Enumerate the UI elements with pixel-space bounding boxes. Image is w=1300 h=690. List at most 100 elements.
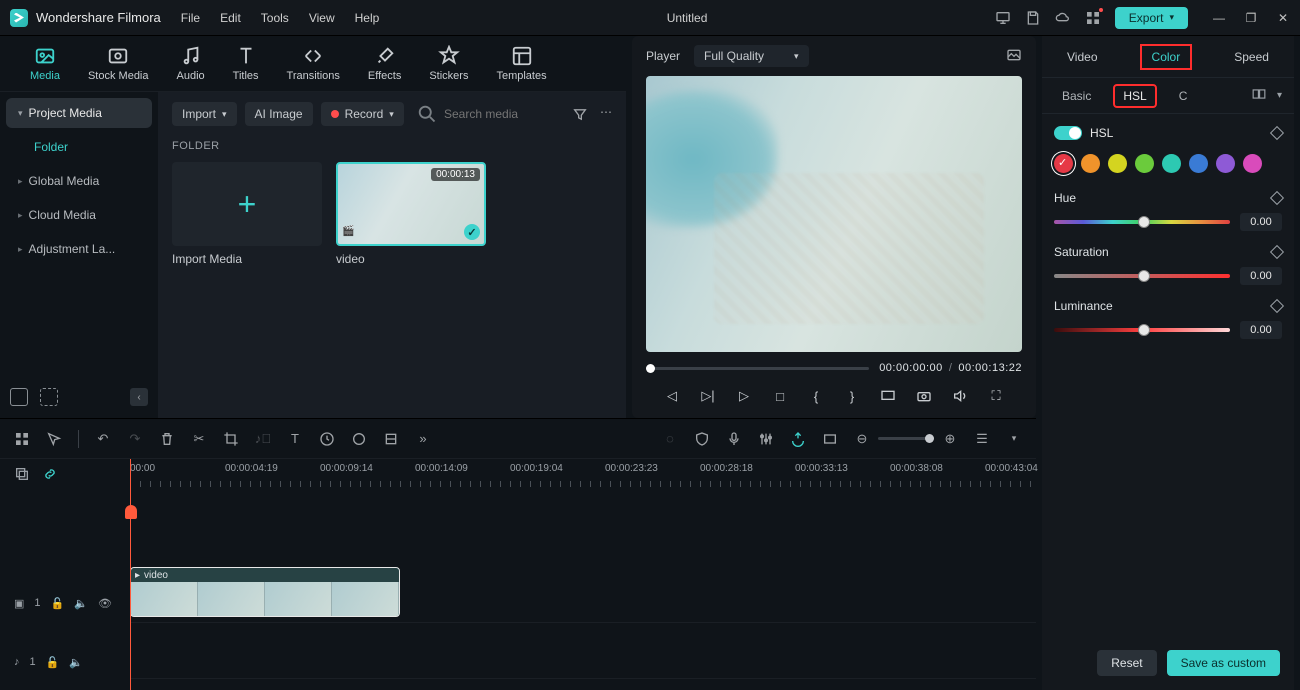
tab-templates[interactable]: Templates [496,45,546,82]
tab-media[interactable]: Media [30,45,60,82]
ai-image-button[interactable]: AI Image [245,102,313,126]
menu-help[interactable]: Help [355,11,380,25]
preview-scrubber[interactable] [646,367,869,370]
search-media[interactable] [416,103,564,125]
swatch-red[interactable] [1054,154,1073,173]
fullscreen-icon[interactable]: ⛶ [988,388,1004,404]
sidebar-folder[interactable]: Folder [6,132,152,162]
subtab-curves[interactable]: C [1171,86,1196,106]
crop-icon[interactable] [223,431,239,447]
menu-tools[interactable]: Tools [261,11,289,25]
frame-icon[interactable] [822,431,838,447]
display-icon[interactable] [880,388,896,404]
speed-icon[interactable] [319,431,335,447]
hue-slider[interactable] [1054,220,1230,224]
color-tl-icon[interactable] [351,431,367,447]
music-off-icon[interactable]: ♪⃠ [255,431,271,447]
more-tl-icon[interactable]: » [415,431,431,447]
quality-dropdown[interactable]: Full Quality▾ [694,45,809,67]
tab-speed[interactable]: Speed [1226,46,1277,68]
apps-icon[interactable] [1085,10,1101,26]
magnet-icon[interactable] [790,431,806,447]
timeline-tracks[interactable]: 00:0000:00:04:1900:00:09:1400:00:14:0900… [130,459,1036,690]
adjust-icon[interactable] [383,431,399,447]
audio-track[interactable] [130,623,1036,679]
stop-icon[interactable]: □ [772,388,788,404]
shield-icon[interactable] [694,431,710,447]
tab-titles[interactable]: Titles [233,45,259,82]
menu-view[interactable]: View [309,11,335,25]
sidebar-global-media[interactable]: ▸Global Media [6,166,152,196]
tab-transitions[interactable]: Transitions [287,45,340,82]
collapse-sidebar-icon[interactable]: ‹ [130,388,148,406]
timeline-clip[interactable]: ▸video [130,567,400,617]
luminance-value[interactable]: 0.00 [1240,321,1282,339]
swatch-green[interactable] [1135,154,1154,173]
subtab-basic[interactable]: Basic [1054,86,1099,106]
lock-icon[interactable]: 🔓 [51,597,65,610]
sidebar-cloud-media[interactable]: ▸Cloud Media [6,200,152,230]
list-view-icon[interactable]: ☰ [974,431,990,447]
cloud-icon[interactable] [1055,10,1071,26]
swatch-blue[interactable] [1189,154,1208,173]
new-bin-icon[interactable] [40,388,58,406]
track-layers-icon[interactable] [14,466,30,485]
mic-icon[interactable] [726,431,742,447]
volume-icon[interactable] [952,388,968,404]
zoom-in-icon[interactable]: ⊕ [942,431,958,447]
close-icon[interactable]: ✕ [1276,11,1290,25]
sidebar-project-media[interactable]: ▾Project Media [6,98,152,128]
play-icon[interactable]: ▷ [736,388,752,404]
reset-button[interactable]: Reset [1097,650,1156,676]
link-icon[interactable] [42,466,58,485]
snapshot-icon[interactable] [916,388,932,404]
audio-mute-icon[interactable]: 🔈 [69,656,83,669]
split-icon[interactable]: ✂ [191,431,207,447]
apps-tl-icon[interactable] [14,431,30,447]
record-dropdown[interactable]: Record▾ [321,102,404,126]
maximize-icon[interactable]: ❐ [1244,11,1258,25]
tl-dropdown-icon[interactable]: ▾ [1006,431,1022,447]
prev-frame-icon[interactable]: ◁ [664,388,680,404]
timeline-ruler[interactable]: 00:0000:00:04:1900:00:09:1400:00:14:0900… [130,459,1036,491]
redo-icon[interactable]: ↷ [127,431,143,447]
mixer-icon[interactable] [758,431,774,447]
swatch-yellow[interactable] [1108,154,1127,173]
save-custom-button[interactable]: Save as custom [1167,650,1280,676]
tab-stickers[interactable]: Stickers [429,45,468,82]
import-dropdown[interactable]: Import▾ [172,102,237,126]
filter-icon[interactable] [572,105,588,124]
tab-effects[interactable]: Effects [368,45,401,82]
swatch-purple[interactable] [1216,154,1235,173]
saturation-slider[interactable] [1054,274,1230,278]
swatch-magenta[interactable] [1243,154,1262,173]
sidebar-adjustment-layer[interactable]: ▸Adjustment La... [6,234,152,264]
compare-icon[interactable] [1251,87,1267,104]
hue-value[interactable]: 0.00 [1240,213,1282,231]
monitor-icon[interactable] [995,10,1011,26]
eye-icon[interactable]: 👁 [98,597,112,610]
playhead[interactable] [130,459,131,690]
more-icon[interactable]: ⋯ [600,105,612,124]
swatch-aqua[interactable] [1162,154,1181,173]
tab-color[interactable]: Color [1140,44,1193,70]
audio-lock-icon[interactable]: 🔓 [46,656,60,669]
import-media-tile[interactable]: + Import Media [172,162,322,266]
save-icon[interactable] [1025,10,1041,26]
search-input[interactable] [444,107,564,121]
undo-icon[interactable]: ↶ [95,431,111,447]
minimize-icon[interactable]: — [1212,11,1226,25]
hsl-toggle[interactable] [1054,126,1082,140]
expand-icon[interactable]: ▾ [1277,90,1282,101]
snapshot-settings-icon[interactable] [1006,47,1022,66]
cursor-icon[interactable] [46,431,62,447]
marker-dotted-icon[interactable]: ◌ [662,431,678,447]
text-icon[interactable]: T [287,431,303,447]
zoom-out-icon[interactable]: ⊖ [854,431,870,447]
play-in-icon[interactable]: ▷| [700,388,716,404]
mark-out-icon[interactable]: } [844,388,860,404]
mark-in-icon[interactable]: { [808,388,824,404]
hue-keyframe-icon[interactable] [1270,191,1284,205]
sat-keyframe-icon[interactable] [1270,245,1284,259]
export-button[interactable]: Export▾ [1115,7,1188,29]
